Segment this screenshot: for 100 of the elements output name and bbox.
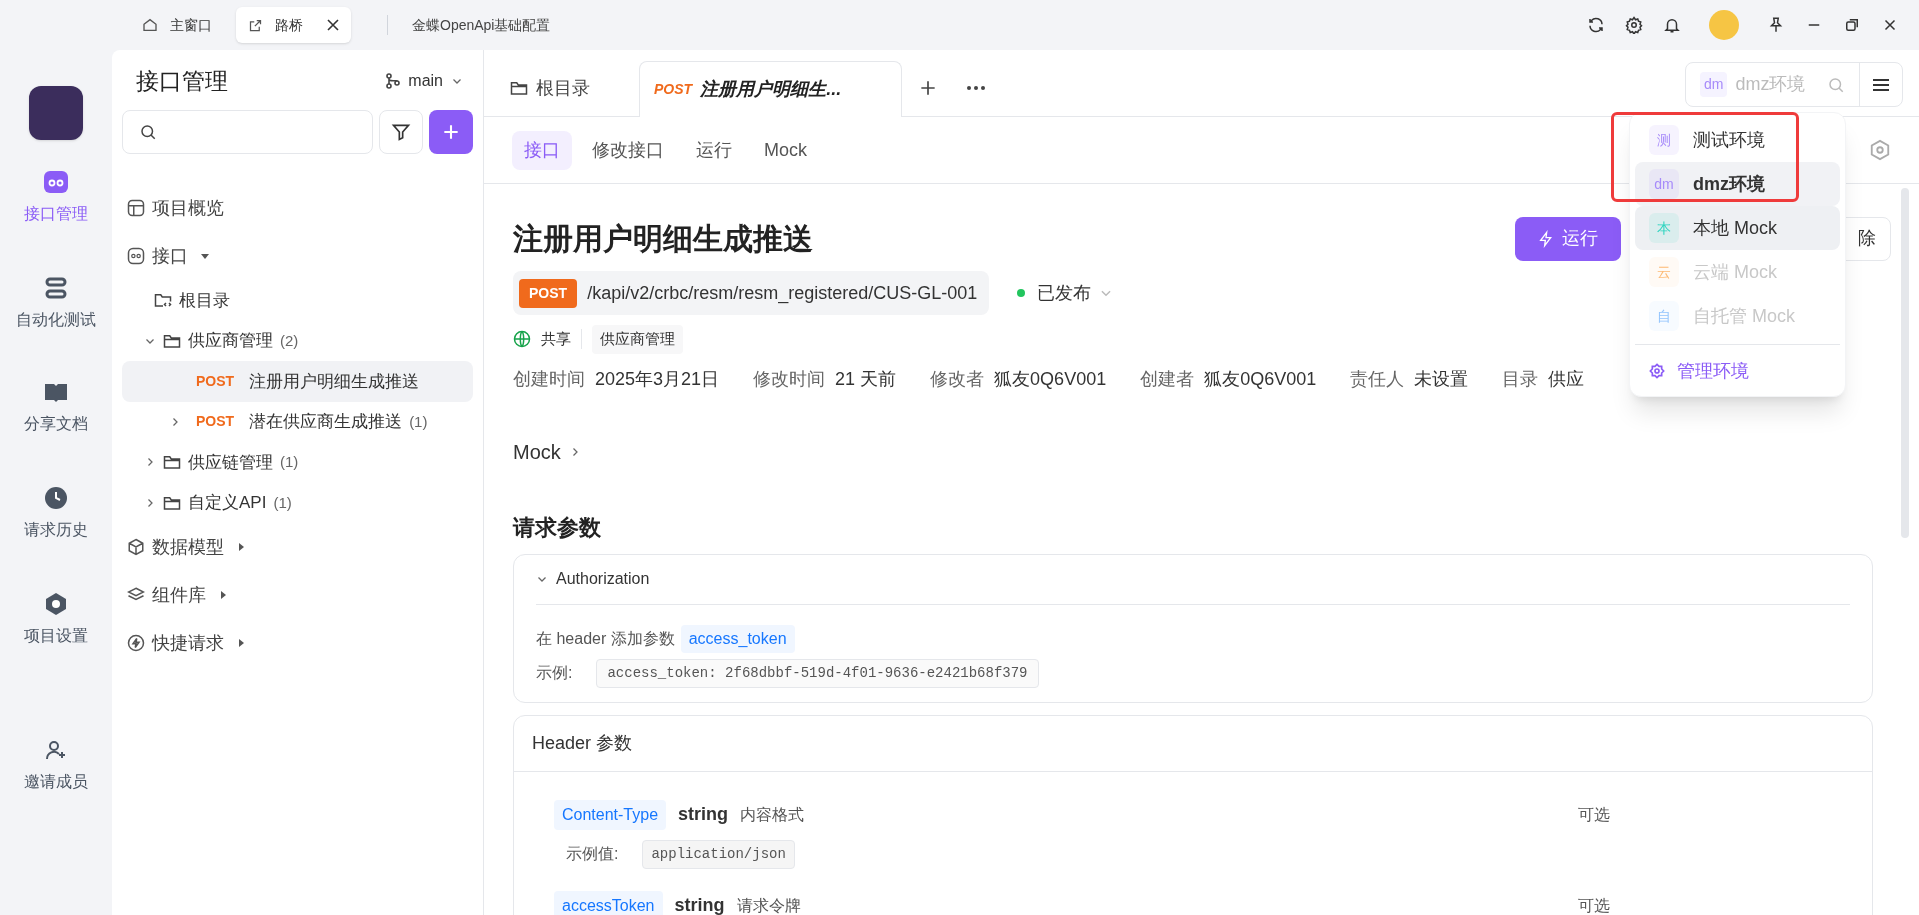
window-tab[interactable]: 主窗口: [130, 7, 224, 43]
document-tab[interactable]: 根目录: [484, 60, 639, 116]
nav-item[interactable]: 分享文档: [24, 382, 88, 436]
clock-icon: [44, 486, 68, 510]
endpoint-path: POST /kapi/v2/crbc/resm/resm_registered/CUS-GL-001: [513, 271, 990, 315]
branch-icon: [386, 73, 401, 89]
environment-badge: 本: [1649, 213, 1679, 243]
folder-code-icon: [154, 292, 172, 309]
nav-item[interactable]: 自动化测试: [16, 276, 96, 332]
environment-badge: 云: [1649, 257, 1679, 287]
refresh-icon[interactable]: [1587, 16, 1605, 34]
meta-label: 修改时间: [753, 367, 826, 391]
filter-icon: [391, 122, 411, 142]
tree-item[interactable]: 根目录: [122, 280, 473, 321]
sub-tab[interactable]: 运行: [684, 130, 744, 170]
mock-link[interactable]: Mock: [513, 436, 581, 467]
param-tag: access_token: [680, 624, 795, 653]
more-icon: [966, 85, 986, 91]
tree-item[interactable]: POST 注册用户明细生成推送: [122, 361, 473, 402]
tree-item[interactable]: POST 潜在供应商生成推送 (1): [122, 401, 473, 442]
sub-tab[interactable]: 修改接口: [580, 130, 676, 170]
search-icon: [139, 123, 157, 141]
caret-right-icon: [219, 591, 227, 599]
plus-icon: [918, 78, 938, 98]
meta-value: 狐友0Q6V001: [1204, 367, 1317, 391]
auth-toggle[interactable]: Authorization: [536, 554, 1850, 605]
param-type: string: [678, 803, 729, 826]
method-badge: POST: [519, 278, 578, 308]
caret-right-icon: [237, 639, 245, 647]
meta-value: 未设置: [1414, 367, 1469, 391]
tree-item[interactable]: 组件库: [122, 571, 473, 619]
tree-item[interactable]: 快捷请求: [122, 619, 473, 667]
nav-item[interactable]: 请求历史: [24, 486, 88, 542]
meta-label: 修改者: [930, 367, 985, 391]
param-description: 请求令牌: [736, 895, 801, 915]
caret-right-icon: [237, 543, 245, 551]
status-selector[interactable]: 已发布: [1017, 279, 1114, 307]
card-title: Header 参数: [514, 715, 1872, 772]
meta-label: 责任人: [1350, 367, 1405, 391]
sidebar-title: 接口管理: [136, 66, 228, 96]
param-type: string: [674, 894, 725, 915]
folder-icon: [510, 80, 528, 96]
manage-environments-link[interactable]: 管理环境: [1635, 351, 1840, 391]
tree-item[interactable]: 项目概览: [122, 184, 473, 232]
layout-icon: [127, 199, 145, 217]
settings-icon[interactable]: [1625, 16, 1643, 34]
tree-item[interactable]: 数据模型: [122, 523, 473, 571]
book-icon: [44, 382, 68, 404]
example-code: access_token: 2f68dbbf-519d-4f01-9636-e2421b68f379: [596, 658, 1039, 688]
bell-icon[interactable]: [1663, 16, 1681, 34]
add-button[interactable]: [429, 110, 473, 154]
api-icon: [43, 170, 69, 194]
sub-tab[interactable]: Mock: [752, 130, 819, 170]
menu-item[interactable]: dm dmz环境: [1635, 162, 1840, 206]
run-button[interactable]: 运行: [1515, 216, 1621, 261]
environment-badge: dm: [1649, 169, 1679, 199]
document-tab[interactable]: POST 注册用户明细生...: [639, 61, 902, 117]
param-name: Content-Type: [554, 799, 667, 830]
folder-tag: 供应商管理: [592, 325, 683, 354]
caret-down-icon: [201, 252, 209, 260]
plus-icon: [441, 122, 461, 142]
section-title: 请求参数: [513, 513, 602, 542]
sub-tab[interactable]: 接口: [512, 130, 572, 170]
meta-value: 2025年3月21日: [595, 367, 720, 391]
meta-label: 创建时间: [513, 367, 585, 391]
search-field[interactable]: [122, 110, 373, 154]
endpoint-title: 注册用户明细生成推送: [513, 221, 813, 257]
menu-item[interactable]: 本 本地 Mock: [1635, 206, 1840, 250]
tree-item[interactable]: 自定义API (1): [122, 482, 473, 523]
folder-icon: [163, 332, 181, 349]
tree-item[interactable]: 供应链管理 (1): [122, 442, 473, 483]
meta-value: 狐友0Q6V001: [994, 367, 1107, 391]
example-code: application/json: [642, 839, 795, 869]
stack-icon: [44, 276, 68, 300]
app-logo: [29, 86, 83, 140]
close-icon[interactable]: [327, 19, 339, 31]
menu-icon: [1872, 77, 1890, 92]
window-tab[interactable]: 路桥: [236, 7, 351, 43]
param-description: 内容格式: [740, 804, 805, 825]
api-icon: [127, 247, 145, 265]
required-label: 可选: [1578, 895, 1610, 915]
example-label: 示例值:: [566, 844, 619, 864]
invite-button[interactable]: 邀请成员: [24, 738, 88, 794]
meta-value: 21 天前: [835, 367, 897, 391]
lightning-icon: [127, 634, 145, 652]
menu-item[interactable]: 测 测试环境: [1635, 118, 1840, 162]
param-name: accessToken: [554, 890, 663, 915]
nav-item[interactable]: 项目设置: [24, 592, 88, 648]
tree-item[interactable]: 接口: [122, 232, 473, 280]
tree-item[interactable]: 供应商管理 (2): [122, 320, 473, 361]
pin-icon[interactable]: [1767, 16, 1785, 34]
environment-badge: 自: [1649, 301, 1679, 331]
restore-icon[interactable]: [1843, 16, 1861, 34]
filter-button[interactable]: [379, 110, 423, 154]
branch-selector[interactable]: main: [386, 69, 463, 93]
nav-item[interactable]: 接口管理: [24, 170, 88, 226]
folder-icon: [163, 454, 181, 471]
hexagon-icon: [44, 592, 68, 616]
scrollbar[interactable]: [1901, 188, 1909, 538]
auth-description: 在 header 添加参数: [536, 628, 675, 649]
